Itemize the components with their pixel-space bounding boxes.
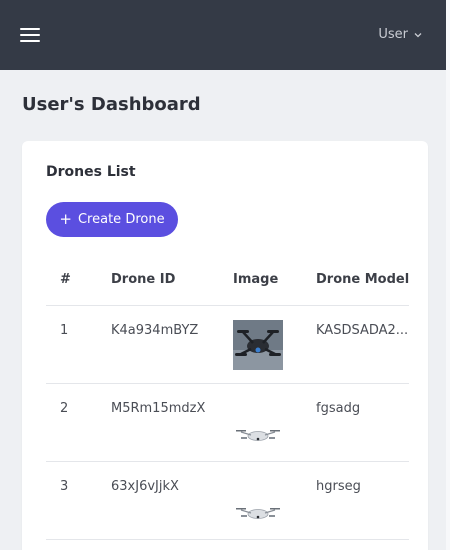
table-row[interactable]: 3 63xJ6vJjkX hgrseg	[46, 461, 410, 540]
column-header-index[interactable]: #	[46, 255, 111, 306]
hamburger-menu-icon[interactable]	[20, 28, 40, 42]
row-index: 2	[46, 383, 111, 462]
create-drone-button[interactable]: + Create Drone	[46, 202, 178, 237]
table-header-row: # Drone ID Image Drone Model	[46, 255, 410, 306]
row-index: 1	[46, 305, 111, 384]
user-dropdown-label: User	[378, 27, 408, 42]
row-drone-model: KASDSADA2...	[316, 305, 410, 384]
scrollbar[interactable]	[446, 0, 450, 550]
column-header-image[interactable]: Image	[233, 255, 316, 306]
row-image-cell	[233, 461, 316, 540]
card-title: Drones List	[46, 164, 136, 180]
chevron-down-icon	[414, 32, 422, 37]
row-drone-id: K4a934mBYZ	[111, 305, 233, 384]
user-dropdown[interactable]: User	[378, 27, 422, 42]
row-drone-model: fgsadg	[316, 383, 410, 462]
row-image-cell	[233, 383, 316, 462]
row-drone-id: 63xJ6vJjkX	[111, 461, 233, 540]
column-header-drone-id[interactable]: Drone ID	[111, 255, 233, 306]
top-navbar: User	[0, 0, 450, 70]
plus-icon: +	[59, 210, 72, 228]
table-row[interactable]: 1 K4a934mBYZ KASDSADA2...	[46, 305, 410, 384]
row-drone-id: M5Rm15mdzX	[111, 383, 233, 462]
drones-card: Drones List + Create Drone # Drone ID Im…	[22, 141, 428, 550]
column-header-drone-model[interactable]: Drone Model	[316, 255, 410, 306]
row-drone-model: hgrseg	[316, 461, 410, 540]
table-row[interactable]: 2 M5Rm15mdzX fgsadg	[46, 383, 410, 462]
drone-image	[233, 319, 283, 370]
create-drone-label: Create Drone	[77, 212, 165, 227]
drones-table: # Drone ID Image Drone Model 1 K4a934mBY…	[46, 255, 410, 540]
page-title: User's Dashboard	[22, 94, 201, 115]
row-index: 3	[46, 461, 111, 540]
drone-image	[233, 397, 283, 448]
row-image-cell	[233, 305, 316, 384]
drone-image	[233, 475, 283, 526]
